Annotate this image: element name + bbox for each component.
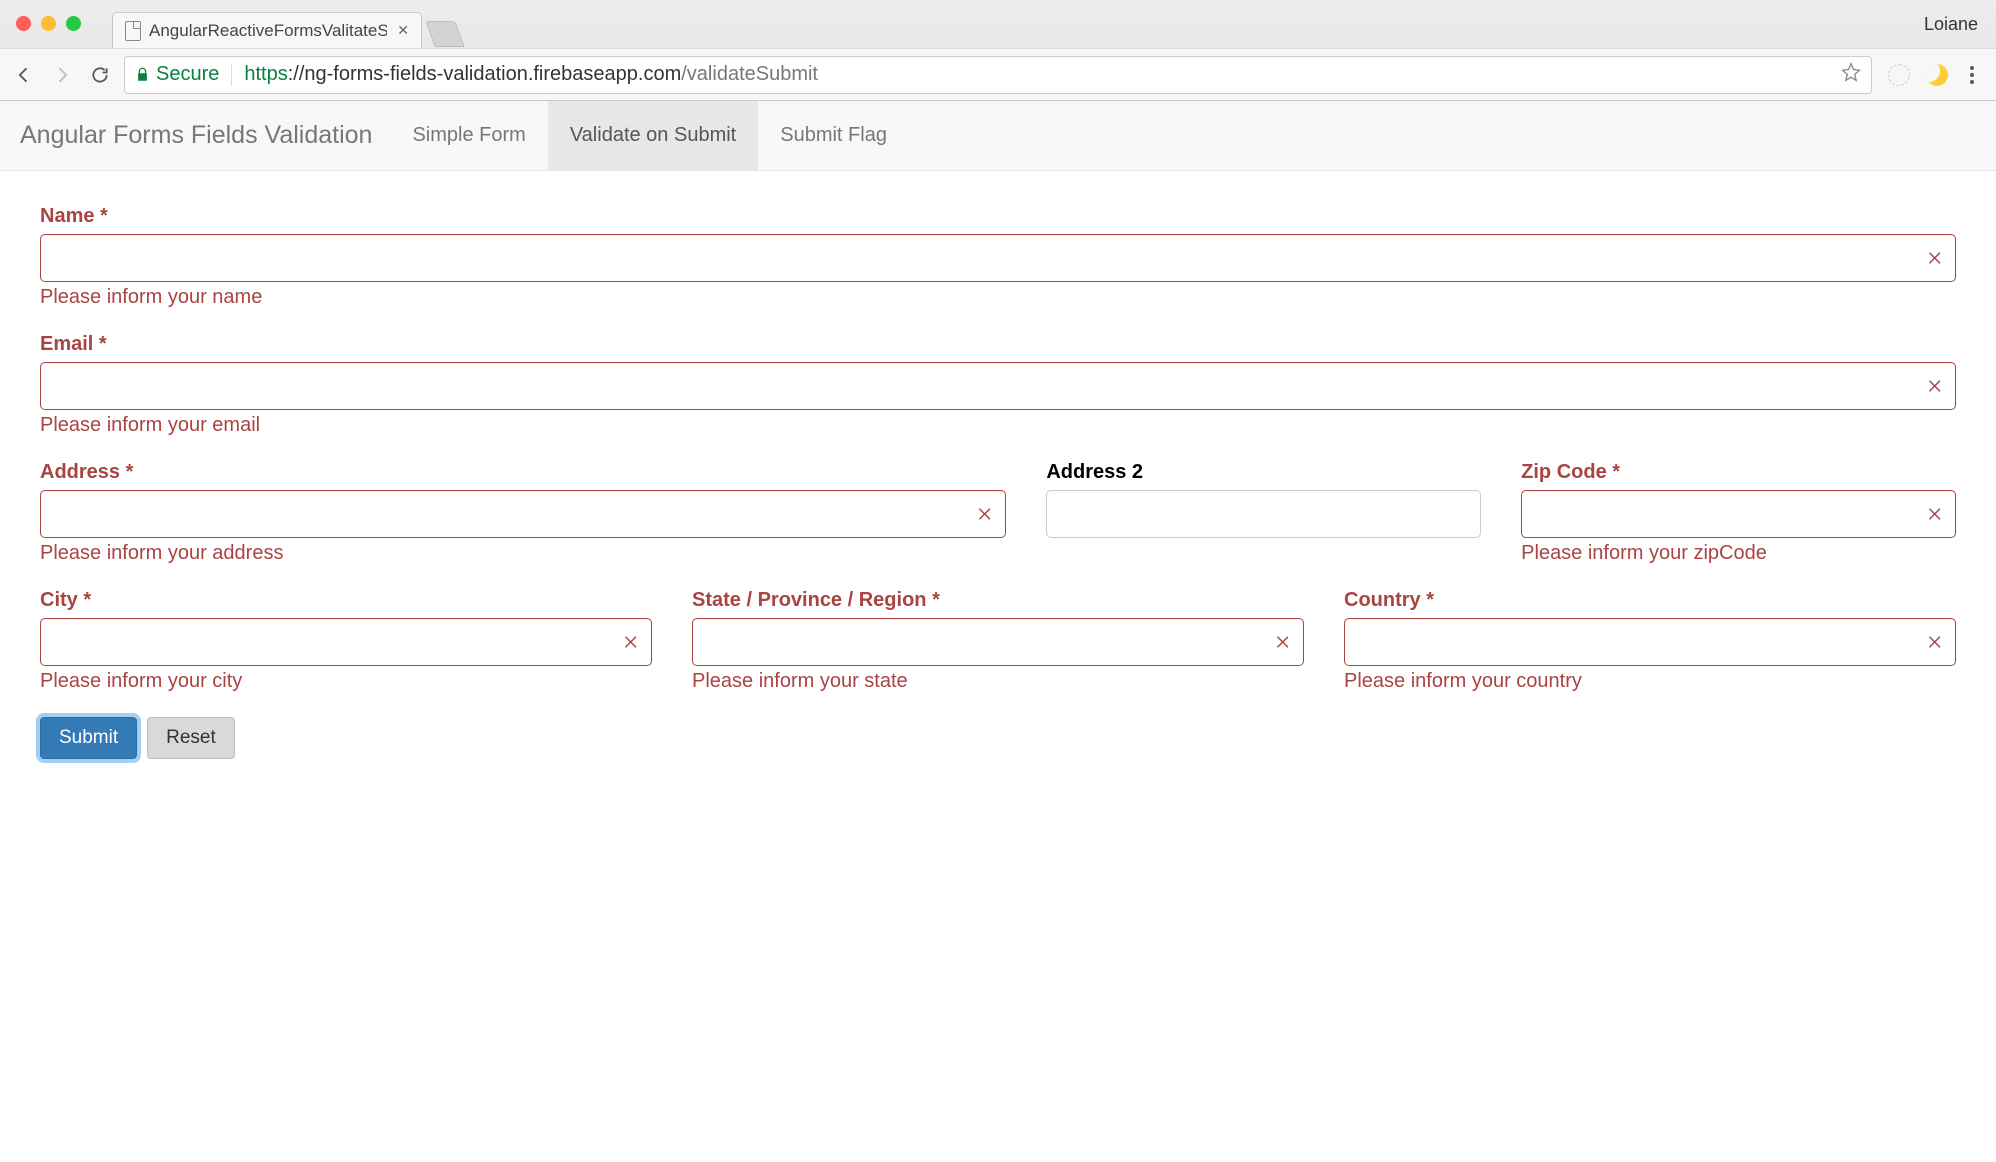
app-navbar: Angular Forms Fields Validation Simple F… <box>0 101 1996 171</box>
url-protocol: https <box>244 63 287 85</box>
new-tab-button[interactable] <box>425 21 464 47</box>
back-button[interactable] <box>10 61 38 89</box>
email-error: Please inform your email <box>40 414 1956 437</box>
address-error: Please inform your address <box>40 542 1006 565</box>
navbar-brand[interactable]: Angular Forms Fields Validation <box>20 101 390 170</box>
window-controls <box>16 16 81 31</box>
address2-input[interactable] <box>1046 490 1481 538</box>
error-icon <box>1274 633 1292 651</box>
browser-menu-button[interactable] <box>1964 66 1980 84</box>
url: https://ng-forms-fields-validation.fireb… <box>244 63 818 86</box>
reset-button[interactable]: Reset <box>147 717 235 759</box>
required-indicator: * <box>83 589 91 611</box>
state-error: Please inform your state <box>692 670 1304 693</box>
error-icon <box>1926 505 1944 523</box>
tab-bar: AngularReactiveFormsValitateS ✕ Loiane <box>0 0 1996 48</box>
tab-title: AngularReactiveFormsValitateS <box>149 21 387 41</box>
url-path: /validateSubmit <box>681 63 818 85</box>
city-error: Please inform your city <box>40 670 652 693</box>
state-label: State / Province / Region * <box>692 589 1304 612</box>
required-indicator: * <box>1426 589 1434 611</box>
reload-button[interactable] <box>86 61 114 89</box>
field-email: Email * Please inform your email <box>40 333 1956 437</box>
url-host: ://ng-forms-fields-validation.firebaseap… <box>288 63 682 85</box>
name-error: Please inform your name <box>40 286 1956 309</box>
country-input[interactable] <box>1344 618 1956 666</box>
required-indicator: * <box>100 205 108 227</box>
country-label: Country * <box>1344 589 1956 612</box>
field-address2: Address 2 <box>1046 461 1481 565</box>
close-window-button[interactable] <box>16 16 31 31</box>
required-indicator: * <box>126 461 134 483</box>
browser-toolbar: Secure https://ng-forms-fields-validatio… <box>0 48 1996 100</box>
field-address: Address * Please inform your address <box>40 461 1006 565</box>
extensions <box>1882 64 1986 86</box>
nav-item-submit-flag[interactable]: Submit Flag <box>758 101 909 170</box>
profile-name[interactable]: Loiane <box>1924 14 1978 35</box>
moon-extension-icon[interactable] <box>1926 64 1948 86</box>
nav-item-validate-on-submit[interactable]: Validate on Submit <box>548 101 758 170</box>
page-icon <box>125 21 141 41</box>
field-state: State / Province / Region * Please infor… <box>692 589 1304 693</box>
form-container: Name * Please inform your name Email * <box>0 171 1996 799</box>
required-indicator: * <box>99 333 107 355</box>
error-icon <box>1926 249 1944 267</box>
lock-icon: Secure <box>135 63 219 86</box>
browser-tab[interactable]: AngularReactiveFormsValitateS ✕ <box>112 12 422 48</box>
field-name: Name * Please inform your name <box>40 205 1956 309</box>
bookmark-star-icon[interactable] <box>1841 62 1861 88</box>
minimize-window-button[interactable] <box>41 16 56 31</box>
extension-icon[interactable] <box>1888 64 1910 86</box>
country-error: Please inform your country <box>1344 670 1956 693</box>
field-country: Country * Please inform your country <box>1344 589 1956 693</box>
fullscreen-window-button[interactable] <box>66 16 81 31</box>
separator <box>231 64 232 86</box>
field-city: City * Please inform your city <box>40 589 652 693</box>
address-label: Address * <box>40 461 1006 484</box>
secure-label: Secure <box>156 63 219 86</box>
name-input[interactable] <box>40 234 1956 282</box>
email-input[interactable] <box>40 362 1956 410</box>
nav-item-simple-form[interactable]: Simple Form <box>390 101 547 170</box>
required-indicator: * <box>1612 461 1620 483</box>
city-label: City * <box>40 589 652 612</box>
name-label: Name * <box>40 205 1956 228</box>
error-icon <box>622 633 640 651</box>
email-label: Email * <box>40 333 1956 356</box>
forward-button[interactable] <box>48 61 76 89</box>
required-indicator: * <box>932 589 940 611</box>
browser-chrome: AngularReactiveFormsValitateS ✕ Loiane S… <box>0 0 1996 101</box>
close-tab-icon[interactable]: ✕ <box>397 22 409 39</box>
submit-button[interactable]: Submit <box>40 717 137 759</box>
error-icon <box>976 505 994 523</box>
address-bar[interactable]: Secure https://ng-forms-fields-validatio… <box>124 56 1872 94</box>
zip-error: Please inform your zipCode <box>1521 542 1956 565</box>
form-actions: Submit Reset <box>40 717 1956 759</box>
field-zip: Zip Code * Please inform your zipCode <box>1521 461 1956 565</box>
city-input[interactable] <box>40 618 652 666</box>
error-icon <box>1926 633 1944 651</box>
address-input[interactable] <box>40 490 1006 538</box>
zip-input[interactable] <box>1521 490 1956 538</box>
zip-label: Zip Code * <box>1521 461 1956 484</box>
state-input[interactable] <box>692 618 1304 666</box>
error-icon <box>1926 377 1944 395</box>
address2-label: Address 2 <box>1046 461 1481 484</box>
